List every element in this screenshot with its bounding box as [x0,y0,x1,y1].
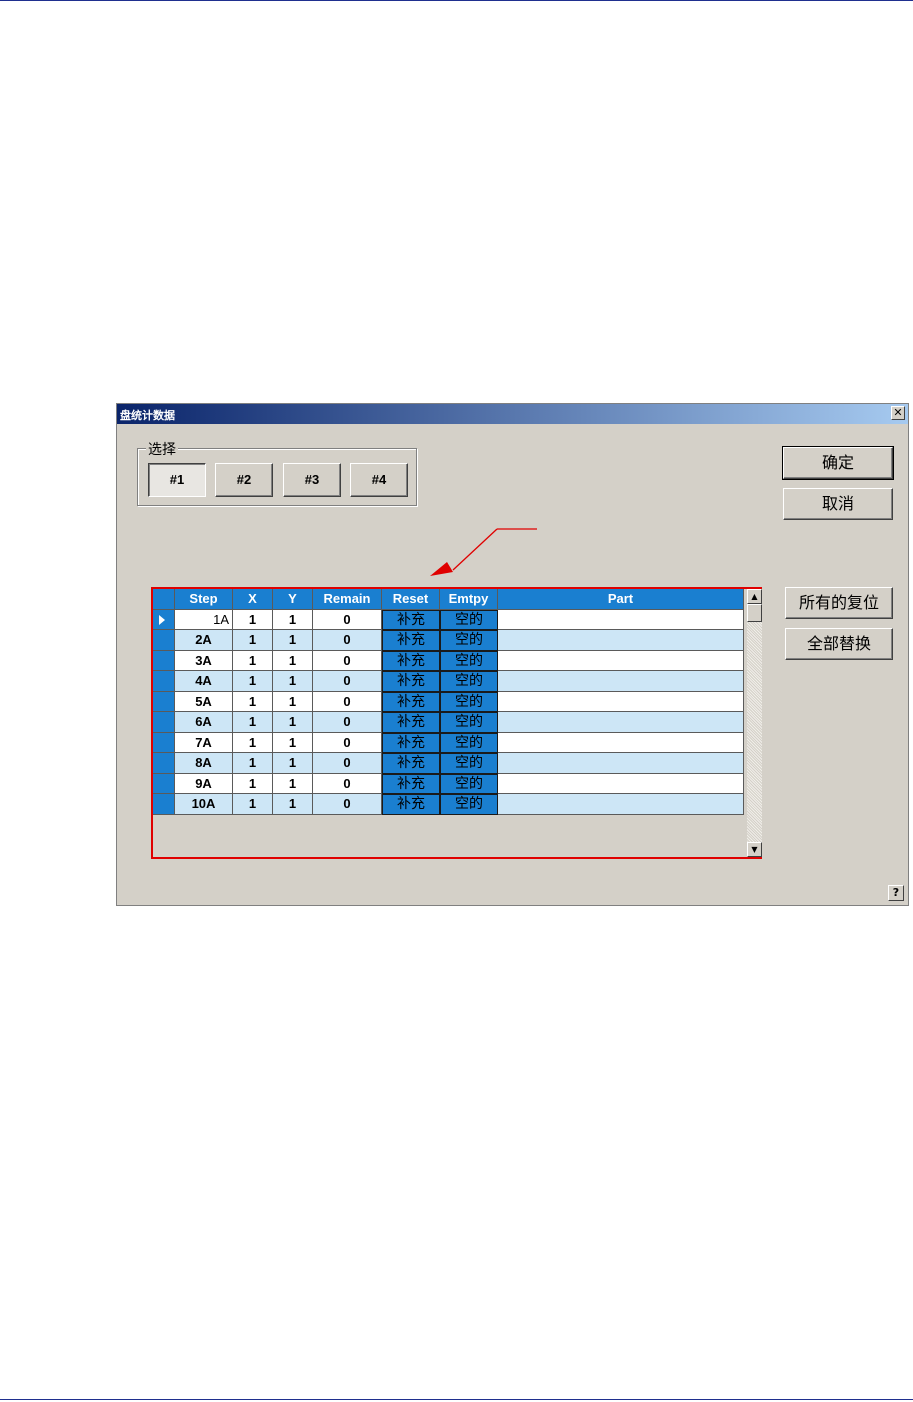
cell-x[interactable]: 1 [233,650,273,671]
cell-x[interactable]: 1 [233,609,273,630]
empty-cell[interactable]: 空的 [440,773,498,794]
reset-cell[interactable]: 补充 [382,671,440,692]
cell-step[interactable]: 5A [175,691,233,712]
cell-x[interactable]: 1 [233,773,273,794]
scroll-up-icon[interactable]: ▲ [747,589,762,604]
dialog-window: 盘统计数据 ✕ 选择 #1 #2 #3 #4 确定 取消 所有的复位 全部替换 … [116,403,909,906]
cell-part[interactable] [498,773,744,794]
cell-remain[interactable]: 0 [313,712,382,733]
cell-part[interactable] [498,753,744,774]
row-indicator[interactable] [153,732,175,753]
empty-cell[interactable]: 空的 [440,794,498,815]
cell-remain[interactable]: 0 [313,609,382,630]
column-header[interactable]: X [233,589,273,610]
column-header[interactable]: Y [273,589,313,610]
cell-remain[interactable]: 0 [313,691,382,712]
cell-x[interactable]: 1 [233,671,273,692]
cell-y[interactable]: 1 [273,691,313,712]
cell-x[interactable]: 1 [233,753,273,774]
empty-cell[interactable]: 空的 [440,630,498,651]
cell-remain[interactable]: 0 [313,630,382,651]
cell-y[interactable]: 1 [273,773,313,794]
cell-part[interactable] [498,609,744,630]
cell-part[interactable] [498,794,744,815]
column-header[interactable]: Step [175,589,233,610]
reset-cell[interactable]: 补充 [382,794,440,815]
row-indicator[interactable] [153,630,175,651]
cell-part[interactable] [498,671,744,692]
reset-cell[interactable]: 补充 [382,650,440,671]
step-data-grid[interactable]: Step X Y Remain Reset Emtpy Part 1A 1 1 0 补充 空的 2A 1 1 0… [151,587,762,859]
empty-cell[interactable]: 空的 [440,671,498,692]
cell-y[interactable]: 1 [273,650,313,671]
row-indicator[interactable] [153,691,175,712]
cell-part[interactable] [498,630,744,651]
cell-part[interactable] [498,650,744,671]
help-icon: ? [892,886,900,899]
cell-remain[interactable]: 0 [313,753,382,774]
cell-y[interactable]: 1 [273,630,313,651]
empty-cell[interactable]: 空的 [440,732,498,753]
cell-part[interactable] [498,691,744,712]
cell-remain[interactable]: 0 [313,671,382,692]
cell-step[interactable]: 7A [175,732,233,753]
cell-step[interactable]: 2A [175,630,233,651]
cell-step[interactable]: 9A [175,773,233,794]
empty-cell[interactable]: 空的 [440,691,498,712]
cell-step[interactable]: 10A [175,794,233,815]
column-header[interactable]: Emtpy [440,589,498,610]
reset-cell[interactable]: 补充 [382,609,440,630]
scroll-down-icon[interactable]: ▼ [747,842,762,857]
cell-y[interactable]: 1 [273,753,313,774]
cell-y[interactable]: 1 [273,794,313,815]
cell-x[interactable]: 1 [233,712,273,733]
empty-cell[interactable]: 空的 [440,753,498,774]
row-indicator[interactable] [153,794,175,815]
column-header[interactable]: Remain [313,589,382,610]
cell-x[interactable]: 1 [233,630,273,651]
row-indicator[interactable] [153,609,175,630]
cell-part[interactable] [498,732,744,753]
cell-x[interactable]: 1 [233,691,273,712]
reset-cell[interactable]: 补充 [382,773,440,794]
vertical-scrollbar[interactable]: ▲ ▼ [747,589,762,857]
cell-part[interactable] [498,712,744,733]
row-indicator[interactable] [153,671,175,692]
row-indicator[interactable] [153,773,175,794]
reset-cell[interactable]: 补充 [382,630,440,651]
reset-cell[interactable]: 补充 [382,753,440,774]
cell-x[interactable]: 1 [233,732,273,753]
cell-y[interactable]: 1 [273,712,313,733]
cell-remain[interactable]: 0 [313,794,382,815]
row-indicator[interactable] [153,712,175,733]
page-top-rule [0,0,913,1]
cell-step[interactable]: 1A [175,609,233,630]
cell-remain[interactable]: 0 [313,773,382,794]
empty-cell[interactable]: 空的 [440,712,498,733]
cell-remain[interactable]: 0 [313,732,382,753]
help-button[interactable]: ? [888,885,904,901]
page-bottom-rule [0,1399,913,1400]
cell-remain[interactable]: 0 [313,650,382,671]
scroll-thumb[interactable] [747,604,762,622]
column-header[interactable]: Reset [382,589,440,610]
reset-cell[interactable]: 补充 [382,732,440,753]
cell-step[interactable]: 4A [175,671,233,692]
cell-step[interactable]: 8A [175,753,233,774]
cell-y[interactable]: 1 [273,732,313,753]
cell-step[interactable]: 3A [175,650,233,671]
empty-cell[interactable]: 空的 [440,650,498,671]
reset-cell[interactable]: 补充 [382,691,440,712]
cell-y[interactable]: 1 [273,671,313,692]
reset-cell[interactable]: 补充 [382,712,440,733]
cell-step[interactable]: 6A [175,712,233,733]
grid-corner [153,589,175,610]
cell-y[interactable]: 1 [273,609,313,630]
empty-cell[interactable]: 空的 [440,609,498,630]
column-header[interactable]: Part [498,589,744,610]
cell-x[interactable]: 1 [233,794,273,815]
row-indicator[interactable] [153,650,175,671]
row-indicator[interactable] [153,753,175,774]
current-row-arrow-icon [159,614,165,625]
